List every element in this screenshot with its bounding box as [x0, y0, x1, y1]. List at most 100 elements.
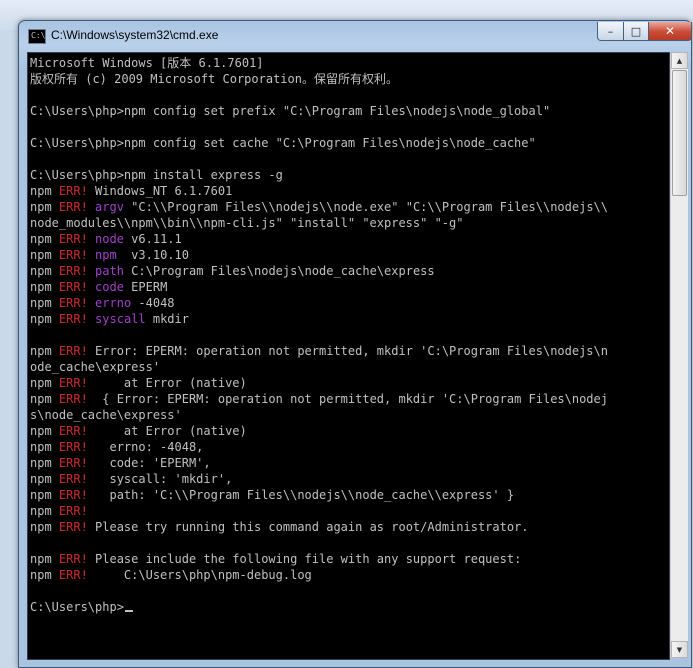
cmd-window: C:\ C:\Windows\system32\cmd.exe – □ ✕ Mi…	[18, 20, 692, 668]
prompt-line[interactable]: C:\Users\php>	[30, 599, 608, 615]
console-text: npm	[30, 568, 59, 582]
console-line: node_modules\\npm\\bin\\npm-cli.js" "ins…	[30, 215, 608, 231]
console-line: npm ERR! npm v3.10.10	[30, 247, 608, 263]
err-tag: ERR!	[58, 280, 88, 294]
err-tag: ERR!	[58, 200, 88, 214]
console-text: mkdir	[145, 312, 189, 326]
error-key: argv	[95, 200, 124, 214]
err-tag: ERR!	[58, 184, 88, 198]
console-text: syscall: 'mkdir',	[87, 472, 233, 486]
console-text: npm	[30, 472, 59, 486]
console-line: npm ERR! { Error: EPERM: operation not p…	[30, 391, 608, 407]
console-text: npm	[30, 376, 59, 390]
error-key: node	[95, 232, 124, 246]
console-line: Microsoft Windows [版本 6.1.7601]	[30, 55, 608, 71]
title-bar[interactable]: C:\ C:\Windows\system32\cmd.exe – □ ✕	[19, 21, 692, 51]
console-text: s\node_cache\express'	[30, 408, 182, 422]
console-text: npm	[30, 344, 59, 358]
console-text: npm	[30, 520, 59, 534]
error-key: syscall	[95, 312, 146, 326]
console-line: npm ERR! at Error (native)	[30, 375, 608, 391]
console-text: C:\Users\php>npm install express -g	[30, 168, 283, 182]
console-text: npm	[30, 424, 59, 438]
console-text: npm	[30, 312, 59, 326]
console-lines: Microsoft Windows [版本 6.1.7601] 版权所有 (c) …	[30, 55, 608, 615]
err-tag: ERR!	[58, 376, 88, 390]
console-line: npm ERR! argv "C:\\Program Files\\nodejs…	[30, 199, 608, 215]
console-text: Microsoft Windows [版本 6.1.7601]	[30, 56, 264, 70]
console-line: npm ERR! path C:\Program Files\nodejs\no…	[30, 263, 608, 279]
console-text: "C:\\Program Files\\nodejs\\node.exe" "C…	[123, 200, 609, 214]
console-text: C:\Users\php>npm config set prefix "C:\P…	[30, 104, 551, 118]
console-line: npm ERR! errno -4048	[30, 295, 608, 311]
console-text: npm	[30, 504, 59, 518]
console-text: npm	[30, 184, 59, 198]
maximize-button[interactable]: □	[623, 22, 649, 41]
console-text: npm	[30, 232, 59, 246]
console-line: npm ERR! code EPERM	[30, 279, 608, 295]
console-text: at Error (native)	[87, 424, 247, 438]
scroll-thumb[interactable]	[672, 70, 687, 196]
console-line: npm ERR! Error: EPERM: operation not per…	[30, 343, 608, 359]
console-line: npm ERR! Please try running this command…	[30, 519, 608, 535]
console-line: npm ERR! path: 'C:\\Program Files\\nodej…	[30, 487, 608, 503]
console-text: npm	[30, 552, 59, 566]
console-text: npm	[30, 280, 59, 294]
scroll-down-button[interactable]: ▼	[671, 641, 688, 658]
err-tag: ERR!	[58, 232, 88, 246]
console-line: npm ERR! Please include the following fi…	[30, 551, 608, 567]
console-text: v3.10.10	[116, 248, 189, 262]
console-text: -4048	[131, 296, 175, 310]
console-line: npm ERR! errno: -4048,	[30, 439, 608, 455]
cmd-icon[interactable]: C:\	[28, 29, 46, 44]
console-text: at Error (native)	[87, 376, 247, 390]
err-tag: ERR!	[58, 520, 88, 534]
minimize-button[interactable]: –	[597, 22, 624, 41]
console-text: code: 'EPERM',	[87, 456, 211, 470]
console-text: ode_cache\express'	[30, 360, 161, 374]
console-line: ode_cache\express'	[30, 359, 608, 375]
console-text: Windows_NT 6.1.7601	[87, 184, 233, 198]
console-text: path: 'C:\\Program Files\\nodejs\\node_c…	[87, 488, 515, 502]
console-text: npm	[30, 488, 59, 502]
vertical-scrollbar[interactable]: ▲ ▼	[670, 52, 688, 658]
scroll-up-button[interactable]: ▲	[671, 52, 688, 69]
console-line: npm ERR! at Error (native)	[30, 423, 608, 439]
console-text: { Error: EPERM: operation not permitted,…	[87, 392, 608, 406]
err-tag: ERR!	[58, 472, 88, 486]
console-line: C:\Users\php>npm config set cache "C:\Pr…	[30, 135, 608, 151]
console-line: npm ERR! node v6.11.1	[30, 231, 608, 247]
console-line: s\node_cache\express'	[30, 407, 608, 423]
console-line: npm ERR! syscall mkdir	[30, 311, 608, 327]
console-text: Please include the following file with a…	[87, 552, 522, 566]
console-text: npm	[30, 248, 59, 262]
console-line: 版权所有 (c) 2009 Microsoft Corporation。保留所有…	[30, 71, 608, 87]
close-button[interactable]: ✕	[648, 22, 692, 41]
console-text: Error: EPERM: operation not permitted, m…	[87, 344, 608, 358]
console-line: npm ERR! Windows_NT 6.1.7601	[30, 183, 608, 199]
err-tag: ERR!	[58, 504, 88, 518]
console-text: node_modules\\npm\\bin\\npm-cli.js" "ins…	[30, 216, 464, 230]
err-tag: ERR!	[58, 264, 88, 278]
console-text: C:\Users\php\npm-debug.log	[87, 568, 312, 582]
console-text: EPERM	[123, 280, 168, 294]
console-text: npm	[30, 264, 59, 278]
err-tag: ERR!	[58, 552, 88, 566]
console-line: npm ERR! code: 'EPERM',	[30, 455, 608, 471]
console-output[interactable]: Microsoft Windows [版本 6.1.7601] 版权所有 (c) …	[27, 52, 670, 660]
err-tag: ERR!	[58, 488, 88, 502]
console-line: C:\Users\php>npm config set prefix "C:\P…	[30, 103, 608, 119]
console-text: C:\Program Files\nodejs\node_cache\expre…	[123, 264, 435, 278]
console-text: npm	[30, 392, 59, 406]
err-tag: ERR!	[58, 312, 88, 326]
